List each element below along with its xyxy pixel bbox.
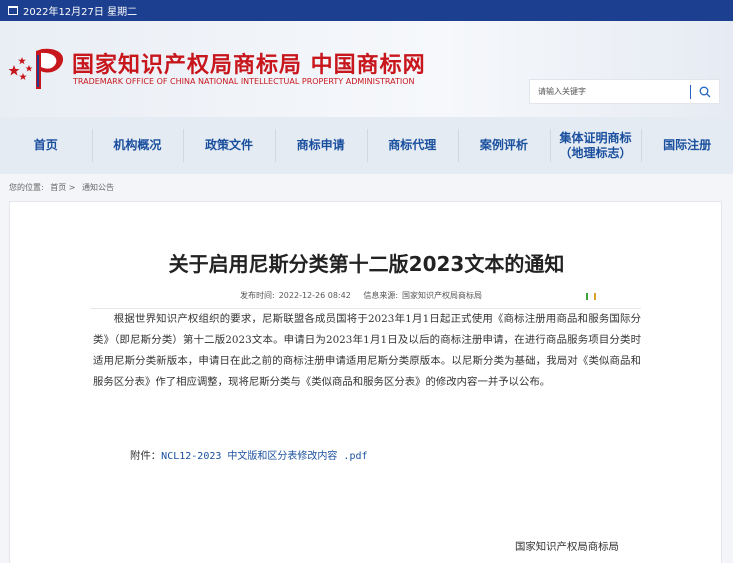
- search-box: [529, 79, 720, 104]
- nav-home[interactable]: 首页: [0, 117, 92, 174]
- share-buttons: [586, 293, 596, 300]
- search-input[interactable]: [530, 80, 690, 103]
- article-panel: 关于启用尼斯分类第十二版2023文本的通知 发布时间: 2022-12-26 08…: [9, 201, 722, 563]
- publish-time: 2022-12-26 08:42: [278, 291, 351, 300]
- current-date: 2022年12月27日 星期二: [23, 7, 138, 18]
- search-button[interactable]: [691, 80, 719, 103]
- top-date-bar: 2022年12月27日 星期二: [0, 0, 733, 21]
- breadcrumb-current[interactable]: 通知公告: [82, 183, 114, 192]
- share-wechat-icon[interactable]: [586, 293, 588, 300]
- attachment-link[interactable]: NCL12-2023 中文版和区分表修改内容 .pdf: [161, 451, 367, 462]
- main-nav: 首页 机构概况 政策文件 商标申请 商标代理 案例评析 集体证明商标 （地理标志…: [0, 117, 733, 174]
- site-header: 国家知识产权局商标局 中国商标网 TRADEMARK OFFICE OF CHI…: [0, 21, 733, 117]
- nav-cases[interactable]: 案例评析: [458, 117, 550, 174]
- source-value: 国家知识产权局商标局: [402, 291, 483, 300]
- nav-policy[interactable]: 政策文件: [183, 117, 275, 174]
- attachment: 附件：NCL12-2023 中文版和区分表修改内容 .pdf: [130, 447, 368, 462]
- breadcrumb-home[interactable]: 首页 >: [50, 183, 75, 192]
- breadcrumb: 您的位置: 首页 > 通知公告: [9, 182, 118, 193]
- share-weibo-icon[interactable]: [594, 293, 596, 300]
- attachment-label: 附件：: [130, 450, 162, 462]
- site-subtitle: TRADEMARK OFFICE OF CHINA NATIONAL INTEL…: [73, 77, 415, 86]
- source-label: 信息来源:: [363, 291, 399, 300]
- nav-application[interactable]: 商标申请: [274, 117, 367, 174]
- article-title: 关于启用尼斯分类第十二版2023文本的通知: [168, 252, 565, 276]
- nav-international[interactable]: 国际注册: [641, 117, 733, 174]
- nav-organization[interactable]: 机构概况: [91, 117, 184, 174]
- article-signature: 国家知识产权局商标局: [515, 541, 619, 553]
- nav-collective-marks[interactable]: 集体证明商标 （地理标志）: [549, 117, 642, 174]
- cnipa-logo-icon[interactable]: [8, 43, 68, 91]
- site-title[interactable]: 国家知识产权局商标局 中国商标网: [72, 47, 426, 79]
- search-icon: [699, 86, 711, 97]
- article-body: 根据世界知识产权组织的要求，尼斯联盟各成员国将于2023年1月1日起正式使用《商…: [93, 313, 641, 388]
- publish-label: 发布时间:: [240, 291, 275, 300]
- breadcrumb-label: 您的位置:: [9, 183, 44, 192]
- calendar-icon: [8, 6, 18, 15]
- nav-agency[interactable]: 商标代理: [366, 117, 459, 174]
- article-meta: 发布时间: 2022-12-26 08:42 信息来源: 国家知识产权局商标局: [240, 290, 486, 301]
